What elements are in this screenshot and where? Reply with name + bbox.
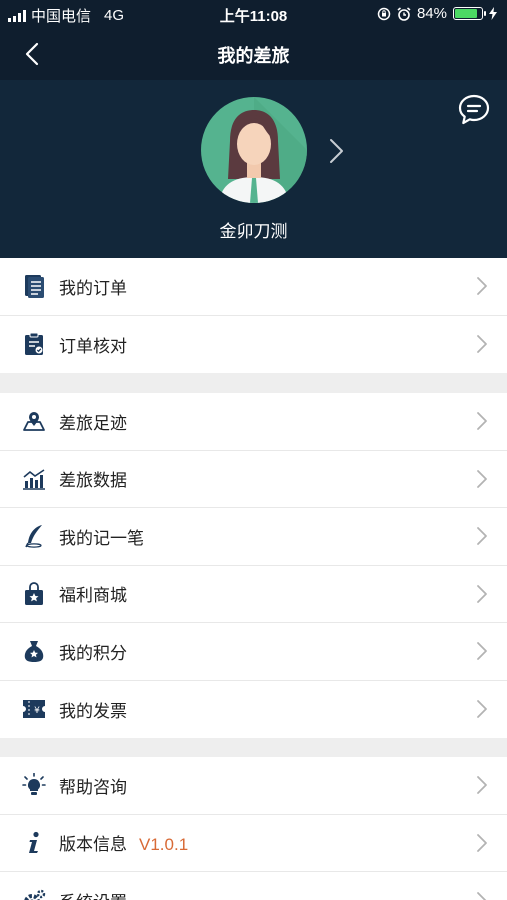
menu-group-travel: 差旅足迹 差旅数据 我的记一笔 福利商城 我的积分 ¥ 我的发票: [0, 393, 507, 738]
menu-item-label: 版本信息 V1.0.1: [59, 830, 188, 855]
chevron-right-icon: [477, 891, 487, 900]
menu-item-system-settings[interactable]: 系统设置: [0, 872, 507, 900]
status-bar: 中国电信 4G 上午11:08 84%: [0, 0, 507, 28]
menu-item-label: 订单核对: [59, 336, 127, 356]
chevron-right-icon[interactable]: [326, 137, 348, 165]
username: 金卯刀测: [219, 222, 288, 241]
chevron-right-icon: [477, 412, 487, 431]
nav-bar: 我的差旅: [0, 28, 507, 80]
orientation-lock-icon: [377, 7, 391, 20]
menu-item-my-points[interactable]: 我的积分: [0, 623, 507, 681]
female-avatar-icon: [201, 97, 307, 203]
menu-group-system: 帮助咨询 版本信息 V1.0.1 系统设置: [0, 757, 507, 900]
chevron-right-icon: [477, 833, 487, 852]
order-list-icon: [22, 274, 46, 299]
map-pin-icon: [22, 409, 46, 433]
page-title: 我的差旅: [217, 46, 290, 66]
menu-item-travel-footprint[interactable]: 差旅足迹: [0, 393, 507, 451]
alarm-icon: [397, 6, 411, 21]
menu-item-label: 帮助咨询: [59, 777, 127, 797]
chevron-right-icon: [477, 700, 487, 719]
clipboard-check-icon: [22, 332, 46, 356]
shopping-bag-icon: [22, 581, 46, 606]
gear-icon: [22, 889, 46, 900]
menu-item-label: 系统设置: [59, 888, 127, 900]
menu-item-welfare-mall[interactable]: 福利商城: [0, 566, 507, 623]
quill-pen-icon: [22, 524, 46, 548]
menu-item-label: 我的记一笔: [59, 528, 144, 548]
version-info-label: 版本信息: [59, 835, 127, 855]
menu-item-version-info[interactable]: 版本信息 V1.0.1: [0, 815, 507, 872]
menu-item-label: 我的订单: [59, 278, 127, 298]
battery-fill: [455, 9, 477, 18]
menu-item-order-check[interactable]: 订单核对: [0, 316, 507, 374]
battery-percent: 84%: [416, 5, 447, 22]
bar-chart-icon: [22, 467, 46, 491]
menu-item-help[interactable]: 帮助咨询: [0, 757, 507, 815]
version-number: V1.0.1: [139, 835, 189, 855]
invoice-icon: ¥: [22, 697, 46, 721]
menu-item-my-orders[interactable]: 我的订单: [0, 258, 507, 316]
chevron-right-icon: [477, 469, 487, 488]
chevron-right-icon: [477, 642, 487, 661]
menu-item-label: 我的发票: [59, 701, 127, 721]
chevron-right-icon: [477, 277, 487, 296]
menu-item-label: 差旅数据: [59, 471, 127, 491]
profile-header: 金卯刀测: [0, 80, 507, 258]
menu-item-label: 差旅足迹: [59, 413, 127, 433]
money-bag-icon: [22, 639, 46, 663]
status-right: 84%: [377, 5, 497, 22]
menu-item-label: 我的积分: [59, 643, 127, 663]
chevron-right-icon: [477, 776, 487, 795]
menu-item-label: 福利商城: [59, 586, 127, 606]
lightbulb-icon: [22, 773, 46, 797]
menu-item-my-notes[interactable]: 我的记一笔: [0, 508, 507, 566]
chevron-right-icon: [477, 527, 487, 546]
info-icon: [22, 831, 46, 855]
chat-bubble-icon[interactable]: [457, 93, 491, 127]
battery-icon: [453, 7, 486, 20]
chevron-right-icon: [477, 335, 487, 354]
svg-text:¥: ¥: [34, 706, 40, 716]
menu-item-travel-data[interactable]: 差旅数据: [0, 451, 507, 508]
avatar[interactable]: [201, 97, 307, 203]
menu-item-my-invoices[interactable]: ¥ 我的发票: [0, 681, 507, 739]
menu-group-orders: 我的订单 订单核对: [0, 258, 507, 373]
charging-icon: [489, 7, 497, 20]
chevron-right-icon: [477, 584, 487, 603]
